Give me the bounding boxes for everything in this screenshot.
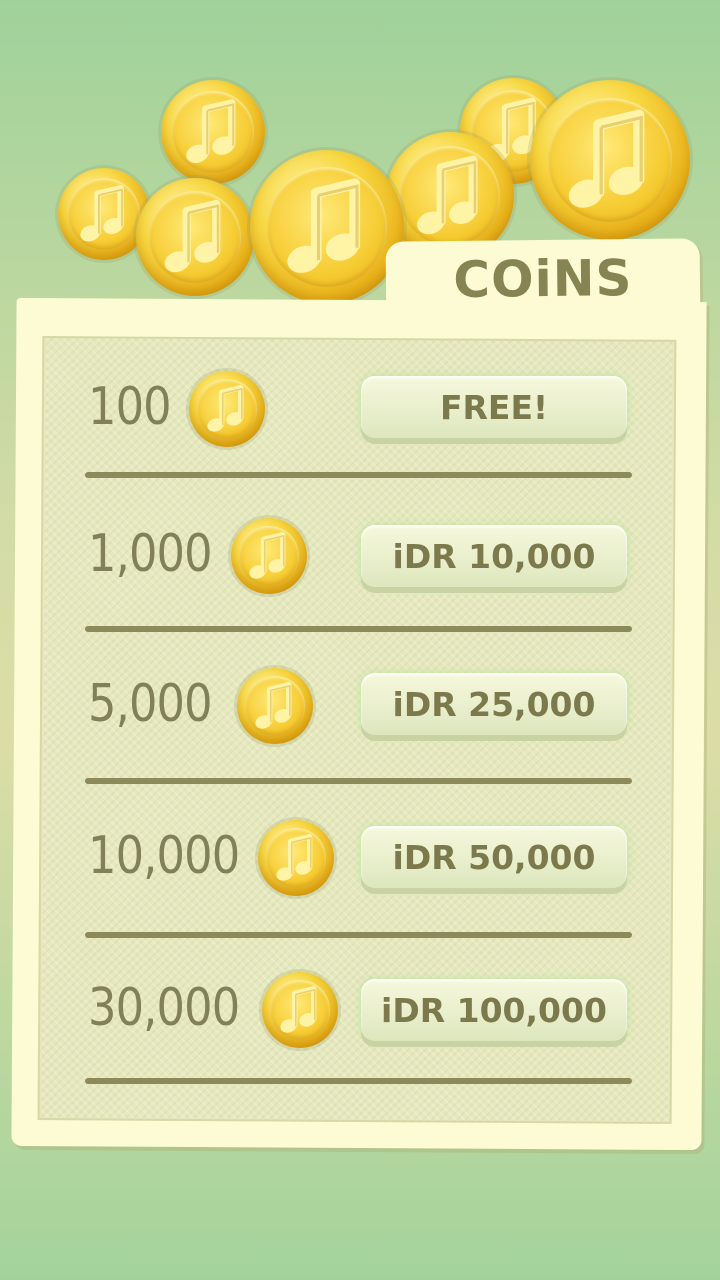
music-note-coin-icon xyxy=(262,972,338,1048)
buy-button-label: iDR 25,000 xyxy=(392,684,596,724)
music-note-coin-icon xyxy=(250,150,404,304)
row-divider xyxy=(85,778,632,784)
buy-package-button[interactable]: iDR 25,000 xyxy=(361,673,627,735)
coin-package-row: 10,000 iDR 50,000 xyxy=(85,790,636,940)
coin-package-row: 5,000 iDR 25,000 xyxy=(85,638,636,788)
coin-package-amount: 30,000 xyxy=(88,978,240,1038)
coin-package-amount: 1,000 xyxy=(88,524,213,584)
music-note-coin-icon xyxy=(136,178,254,296)
buy-package-button[interactable]: iDR 100,000 xyxy=(361,979,627,1041)
buy-package-button[interactable]: iDR 50,000 xyxy=(361,826,627,888)
coin-package-row: 100 FREE! xyxy=(85,340,636,490)
buy-button-label: iDR 50,000 xyxy=(392,837,596,877)
buy-package-button[interactable]: FREE! xyxy=(361,376,627,438)
music-note-coin-icon xyxy=(530,80,690,240)
buy-button-label: iDR 100,000 xyxy=(381,990,607,1030)
row-divider xyxy=(85,472,632,478)
coin-package-amount: 100 xyxy=(88,377,172,437)
coin-package-row: 1,000 iDR 10,000 xyxy=(85,488,636,638)
music-note-coin-icon xyxy=(189,371,265,447)
music-note-coin-icon xyxy=(231,518,307,594)
buy-button-label: iDR 10,000 xyxy=(392,536,596,576)
music-note-coin-icon xyxy=(237,668,313,744)
buy-package-button[interactable]: iDR 10,000 xyxy=(361,525,627,587)
coin-package-amount: 10,000 xyxy=(88,826,240,886)
coin-package-row: 30,000 iDR 100,000 xyxy=(85,940,636,1090)
row-divider xyxy=(85,1078,632,1084)
row-divider xyxy=(85,932,632,938)
coin-package-amount: 5,000 xyxy=(88,674,213,734)
buy-button-label: FREE! xyxy=(439,387,549,427)
music-note-coin-icon xyxy=(258,820,334,896)
row-divider xyxy=(85,626,632,632)
